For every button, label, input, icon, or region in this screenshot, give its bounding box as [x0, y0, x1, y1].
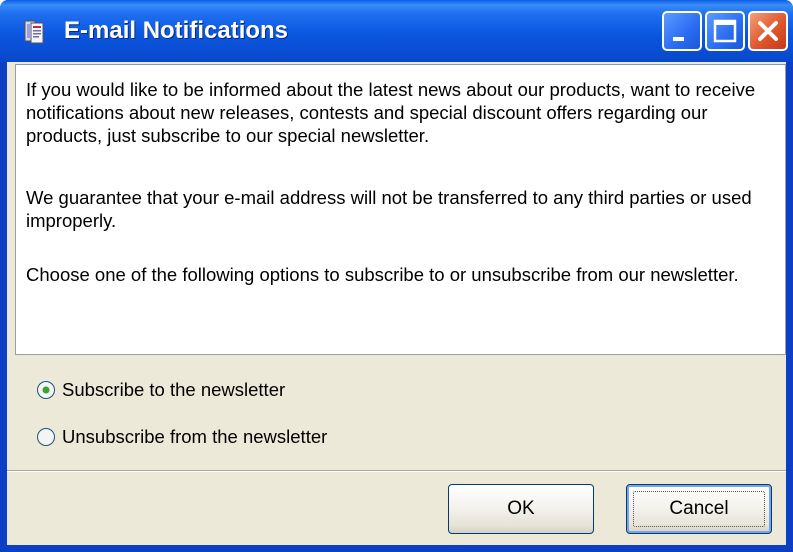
subscribe-label: Subscribe to the newsletter [62, 379, 286, 400]
close-icon [758, 21, 778, 41]
minimize-icon [673, 37, 684, 41]
maximize-button[interactable] [705, 11, 745, 51]
title-bar[interactable]: E-mail Notifications [0, 0, 793, 62]
subscribe-option[interactable]: Subscribe to the newsletter [36, 377, 285, 403]
unsubscribe-option[interactable]: Unsubscribe from the newsletter [36, 424, 327, 450]
intro-text: If you would like to be informed about t… [26, 79, 756, 146]
minimize-button[interactable] [662, 11, 702, 51]
window-bottom-border [0, 545, 793, 552]
maximize-icon [713, 19, 737, 43]
button-separator [7, 470, 786, 472]
newsletter-app-icon [24, 20, 44, 44]
focus-rectangle [633, 491, 765, 527]
ok-button[interactable]: OK [448, 484, 594, 534]
close-button[interactable] [748, 11, 788, 51]
instruction-text: Choose one of the following options to s… [26, 264, 739, 285]
window-title: E-mail Notifications [64, 17, 289, 44]
cancel-button[interactable]: Cancel [626, 484, 772, 534]
radio-unselected-icon[interactable] [36, 427, 56, 447]
unsubscribe-label: Unsubscribe from the newsletter [62, 426, 328, 447]
dialog-window: E-mail Notifications If you would like t… [0, 0, 793, 552]
privacy-text: We guarantee that your e-mail address wi… [26, 187, 752, 231]
message-panel: If you would like to be informed about t… [15, 64, 786, 355]
radio-selected-icon[interactable] [36, 380, 56, 400]
